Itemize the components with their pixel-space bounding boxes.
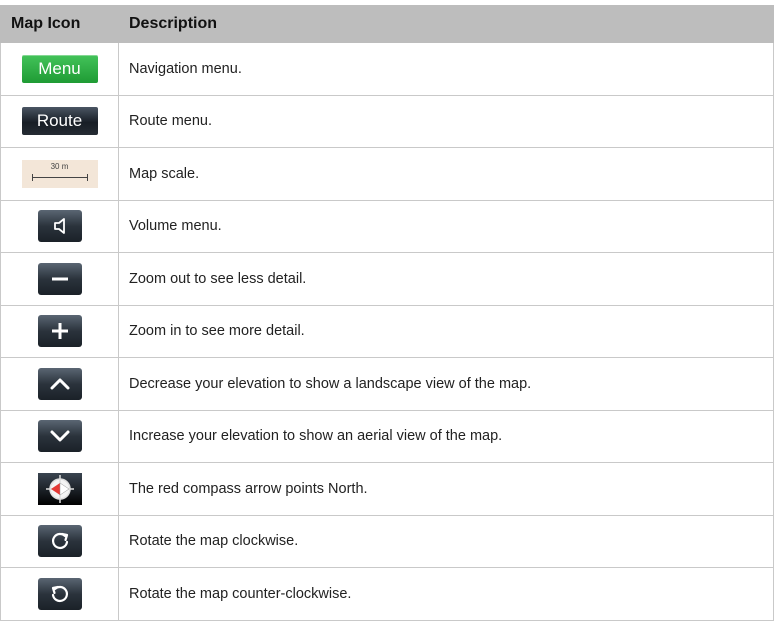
table-header-row: Map Icon Description (0, 5, 774, 43)
table-row: 30 m Map scale. (0, 147, 774, 201)
map-scale-icon: 30 m (21, 159, 98, 188)
compass-icon[interactable] (37, 472, 82, 505)
row-description: Navigation menu. (118, 42, 774, 96)
table-row: Rotate the map counter-clockwise. (0, 567, 774, 621)
plus-icon[interactable] (37, 315, 82, 348)
table-row: Zoom out to see less detail. (0, 252, 774, 306)
rotate-counterclockwise-icon[interactable] (37, 577, 82, 610)
table-row: The red compass arrow points North. (0, 462, 774, 516)
map-scale-label: 30 m (50, 161, 69, 171)
row-description: Rotate the map counter-clockwise. (118, 567, 774, 621)
row-description: Zoom in to see more detail. (118, 304, 774, 358)
route-button[interactable]: Route (21, 107, 98, 136)
chevron-up-icon[interactable] (37, 367, 82, 400)
row-description: Decrease your elevation to show a landsc… (118, 357, 774, 411)
minus-icon[interactable] (37, 262, 82, 295)
row-description: Map scale. (118, 147, 774, 201)
table-row: Volume menu. (0, 199, 774, 253)
map-icon-table: Map Icon Description Menu Navigation men… (0, 5, 774, 621)
row-description: Rotate the map clockwise. (118, 514, 774, 568)
table-row: Rotate the map clockwise. (0, 514, 774, 568)
chevron-down-icon[interactable] (37, 420, 82, 453)
table-row: Decrease your elevation to show a landsc… (0, 357, 774, 411)
row-description: Increase your elevation to show an aeria… (118, 409, 774, 463)
row-description: The red compass arrow points North. (118, 462, 774, 516)
speaker-icon[interactable] (37, 210, 82, 243)
header-description: Description (118, 5, 774, 43)
table-row: Zoom in to see more detail. (0, 304, 774, 358)
row-description: Volume menu. (118, 199, 774, 253)
menu-button[interactable]: Menu (21, 54, 98, 83)
row-description: Route menu. (118, 94, 774, 148)
row-description: Zoom out to see less detail. (118, 252, 774, 306)
rotate-clockwise-icon[interactable] (37, 525, 82, 558)
table-row: Menu Navigation menu. (0, 42, 774, 96)
table-row: Route Route menu. (0, 94, 774, 148)
table-row: Increase your elevation to show an aeria… (0, 409, 774, 463)
header-map-icon: Map Icon (0, 5, 119, 43)
